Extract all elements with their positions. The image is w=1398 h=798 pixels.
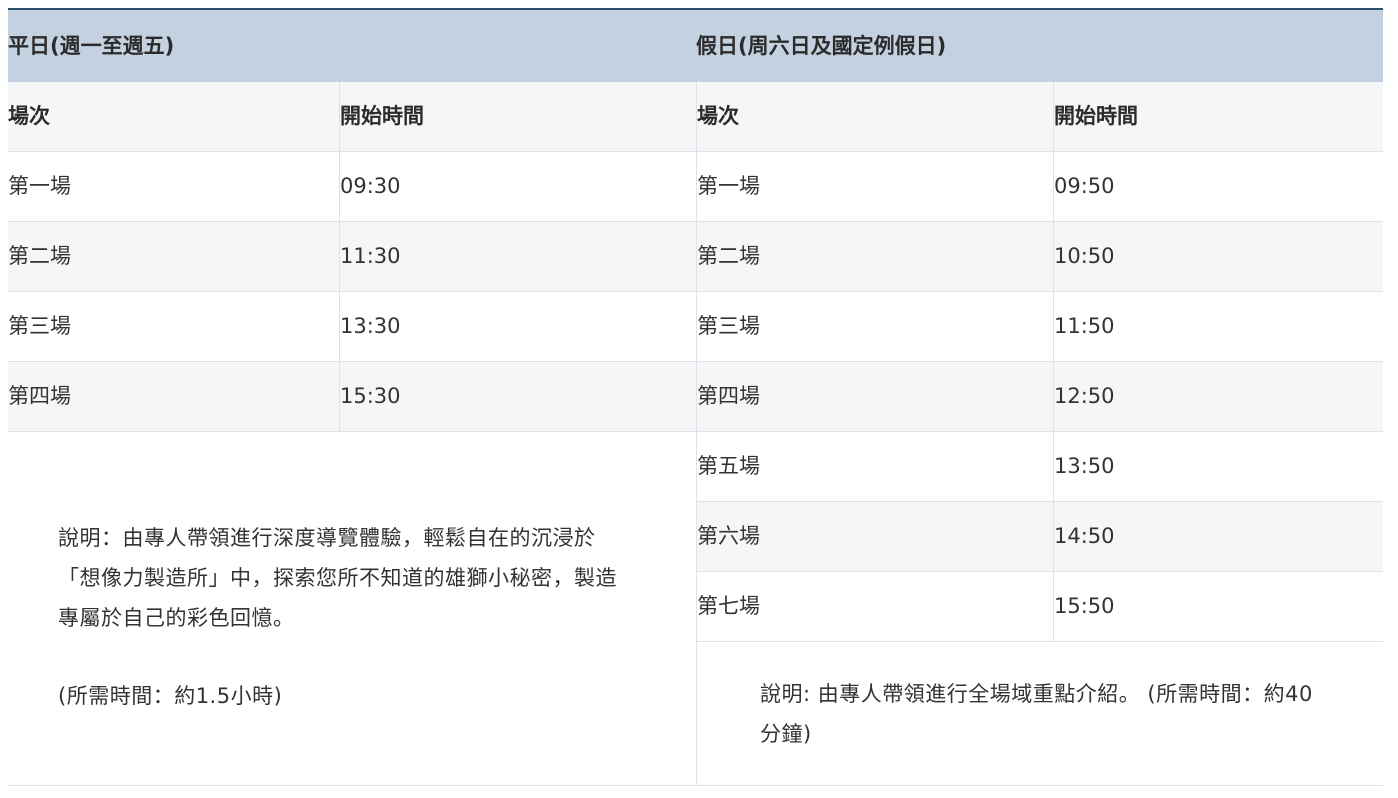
holiday-session: 第三場	[697, 314, 760, 338]
weekday-col-start: 開始時間	[340, 104, 424, 128]
holiday-session: 第七場	[697, 594, 760, 618]
holiday-time: 12:50	[1054, 384, 1115, 408]
holiday-time: 11:50	[1054, 314, 1115, 338]
holiday-title: 假日(周六日及國定例假日)	[696, 34, 947, 58]
weekday-note-line: 專屬於自己的彩色回憶。	[58, 606, 295, 630]
table-row: 第七場 15:50	[696, 572, 1383, 642]
column-divider	[339, 82, 340, 432]
weekday-duration: (所需時間：約1.5小時)	[58, 684, 283, 708]
weekday-note-line: 「想像力製造所」中，探索您所不知道的雄獅小秘密，製造	[58, 566, 617, 590]
holiday-session: 第六場	[697, 524, 760, 548]
weekday-session: 第一場	[8, 174, 71, 198]
weekday-title: 平日(週一至週五)	[8, 34, 175, 58]
holiday-note-line: 說明: 由專人帶領進行全場域重點介紹。 (所需時間：約40	[760, 682, 1313, 706]
holiday-time: 13:50	[1054, 454, 1115, 478]
weekday-session: 第三場	[8, 314, 71, 338]
weekday-session: 第二場	[8, 244, 71, 268]
table-row: 第六場 14:50	[696, 502, 1383, 572]
column-divider	[1053, 82, 1054, 642]
weekday-time: 11:30	[340, 244, 401, 268]
holiday-time: 15:50	[1054, 594, 1115, 618]
holiday-time: 14:50	[1054, 524, 1115, 548]
weekday-time: 09:30	[340, 174, 401, 198]
schedule-table: 平日(週一至週五) 假日(周六日及國定例假日) 場次 開始時間 場次 開始時間 …	[8, 8, 1383, 787]
table-row: 第五場 13:50	[696, 432, 1383, 502]
weekday-note-line: 說明：由專人帶領進行深度導覽體驗，輕鬆自在的沉浸於	[58, 526, 596, 550]
holiday-note-line: 分鐘)	[760, 722, 812, 746]
weekday-time: 15:30	[340, 384, 401, 408]
holiday-session: 第五場	[697, 454, 760, 478]
holiday-time: 10:50	[1054, 244, 1115, 268]
weekday-session: 第四場	[8, 384, 71, 408]
weekday-note: 說明：由專人帶領進行深度導覽體驗，輕鬆自在的沉浸於 「想像力製造所」中，探索您所…	[58, 518, 688, 716]
table-bottom-border	[8, 785, 1383, 786]
column-divider	[696, 82, 697, 786]
holiday-col-session: 場次	[697, 104, 739, 128]
holiday-session: 第四場	[697, 384, 760, 408]
table-header: 平日(週一至週五) 假日(周六日及國定例假日)	[8, 10, 1383, 82]
weekday-col-session: 場次	[8, 104, 50, 128]
holiday-note: 說明: 由專人帶領進行全場域重點介紹。 (所需時間：約40 分鐘)	[760, 674, 1375, 754]
holiday-session: 第二場	[697, 244, 760, 268]
holiday-time: 09:50	[1054, 174, 1115, 198]
holiday-session: 第一場	[697, 174, 760, 198]
holiday-col-start: 開始時間	[1054, 104, 1138, 128]
weekday-time: 13:30	[340, 314, 401, 338]
